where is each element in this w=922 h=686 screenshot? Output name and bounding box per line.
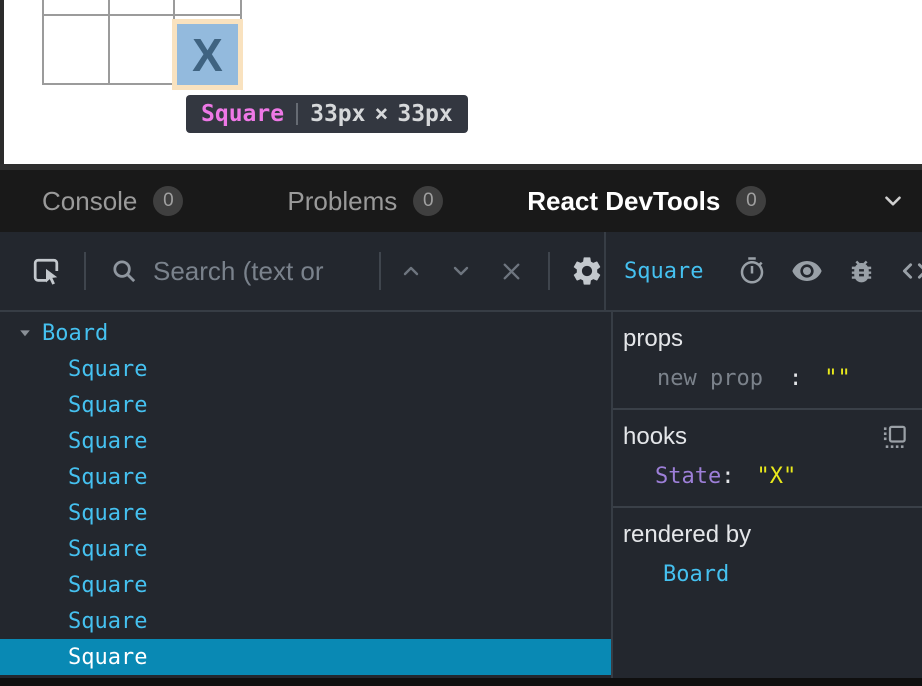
devtools-main: Board Square Square Square Square Square… bbox=[0, 312, 922, 678]
gear-icon[interactable] bbox=[570, 254, 604, 288]
toolbar-divider bbox=[84, 252, 86, 290]
tab-react-devtools-badge: 0 bbox=[736, 186, 766, 216]
bug-icon[interactable] bbox=[847, 257, 876, 286]
tree-row-square[interactable]: Square bbox=[0, 639, 611, 675]
tree-row-square[interactable]: Square bbox=[0, 531, 611, 567]
search-input[interactable] bbox=[153, 256, 361, 287]
chevron-down-icon[interactable] bbox=[880, 188, 906, 214]
tooltip-width: 33px bbox=[310, 101, 365, 127]
tree-item-label: Square bbox=[68, 573, 147, 598]
tree-item-label: Square bbox=[68, 537, 147, 562]
board-grid-line bbox=[42, 0, 44, 85]
inspect-size-tooltip: Square 33px × 33px bbox=[186, 95, 468, 133]
tab-console[interactable]: Console bbox=[42, 186, 137, 217]
eye-icon[interactable] bbox=[791, 255, 823, 287]
toolbar-divider bbox=[379, 252, 381, 290]
react-devtools-toolbar: Square bbox=[0, 232, 922, 312]
tab-problems-badge: 0 bbox=[413, 186, 443, 216]
board-grid-line bbox=[108, 0, 110, 85]
component-actions bbox=[737, 255, 922, 287]
tree-row-board[interactable]: Board bbox=[0, 315, 611, 351]
props-section: props new prop : "" bbox=[613, 312, 922, 410]
component-details-panel: props new prop : "" hooks bbox=[613, 312, 922, 678]
search-icon bbox=[110, 257, 139, 286]
tree-row-square[interactable]: Square bbox=[0, 603, 611, 639]
tree-item-label: Square bbox=[68, 501, 147, 526]
tree-item-label: Board bbox=[42, 321, 108, 346]
close-icon[interactable] bbox=[499, 259, 524, 284]
tree-item-label: Square bbox=[68, 645, 147, 670]
inspect-element-icon[interactable] bbox=[28, 253, 64, 289]
chevron-up-icon[interactable] bbox=[399, 259, 423, 283]
window-edge bbox=[0, 0, 4, 164]
component-tree: Board Square Square Square Square Square… bbox=[0, 312, 613, 678]
chevron-down-icon[interactable] bbox=[449, 259, 473, 283]
selected-component-toolbar: Square bbox=[606, 232, 922, 310]
new-prop-value-input[interactable]: "" bbox=[824, 366, 851, 391]
parse-hook-names-icon[interactable] bbox=[881, 424, 908, 451]
rendered-by-title: rendered by bbox=[623, 521, 751, 549]
inspect-highlight-overlay[interactable]: X bbox=[172, 19, 243, 90]
new-prop-input[interactable]: new prop bbox=[657, 366, 763, 391]
tab-problems[interactable]: Problems bbox=[287, 186, 397, 217]
board-grid-line bbox=[42, 14, 242, 16]
view-source-icon[interactable] bbox=[900, 256, 922, 286]
rendered-by-section: rendered by Board bbox=[613, 508, 922, 604]
tree-toolbar bbox=[0, 232, 606, 310]
bottom-edge-bar bbox=[0, 678, 922, 686]
tree-row-square[interactable]: Square bbox=[0, 459, 611, 495]
timer-icon[interactable] bbox=[737, 256, 767, 286]
tree-item-label: Square bbox=[68, 465, 147, 490]
devtools-window: X Square 33px × 33px Console 0 Problems … bbox=[0, 0, 922, 686]
hooks-colon: : bbox=[721, 464, 734, 489]
tree-row-square[interactable]: Square bbox=[0, 351, 611, 387]
hook-state-label[interactable]: State bbox=[655, 464, 721, 489]
tooltip-height: 33px bbox=[397, 101, 452, 127]
hooks-section: hooks State bbox=[613, 410, 922, 508]
tooltip-times: × bbox=[374, 101, 388, 127]
hook-state-value[interactable]: "X" bbox=[756, 464, 796, 489]
toolbar-divider bbox=[548, 252, 550, 290]
tree-row-square[interactable]: Square bbox=[0, 387, 611, 423]
devtools-tabbar: Console 0 Problems 0 React DevTools 0 bbox=[0, 170, 922, 232]
tooltip-separator bbox=[296, 103, 298, 125]
tree-row-square[interactable]: Square bbox=[0, 423, 611, 459]
tree-item-label: Square bbox=[68, 357, 147, 382]
expander-caret-icon[interactable] bbox=[18, 327, 32, 339]
props-title: props bbox=[623, 325, 683, 353]
tab-console-badge: 0 bbox=[153, 186, 183, 216]
tree-row-square[interactable]: Square bbox=[0, 495, 611, 531]
tree-item-label: Square bbox=[68, 609, 147, 634]
tooltip-component-name: Square bbox=[201, 101, 284, 127]
square-cell-value: X bbox=[192, 32, 223, 78]
tree-item-label: Square bbox=[68, 429, 147, 454]
selected-component-name: Square bbox=[624, 259, 703, 284]
hooks-title: hooks bbox=[623, 423, 687, 451]
rendered-by-link[interactable]: Board bbox=[663, 562, 729, 587]
inspected-page-canvas: X Square 33px × 33px bbox=[0, 0, 922, 164]
tooltip-dimensions: 33px × 33px bbox=[310, 101, 453, 127]
tree-row-square[interactable]: Square bbox=[0, 567, 611, 603]
devtools-panel: Console 0 Problems 0 React DevTools 0 bbox=[0, 164, 922, 686]
props-colon: : bbox=[789, 366, 802, 391]
tab-react-devtools[interactable]: React DevTools bbox=[527, 186, 720, 217]
tree-item-label: Square bbox=[68, 393, 147, 418]
